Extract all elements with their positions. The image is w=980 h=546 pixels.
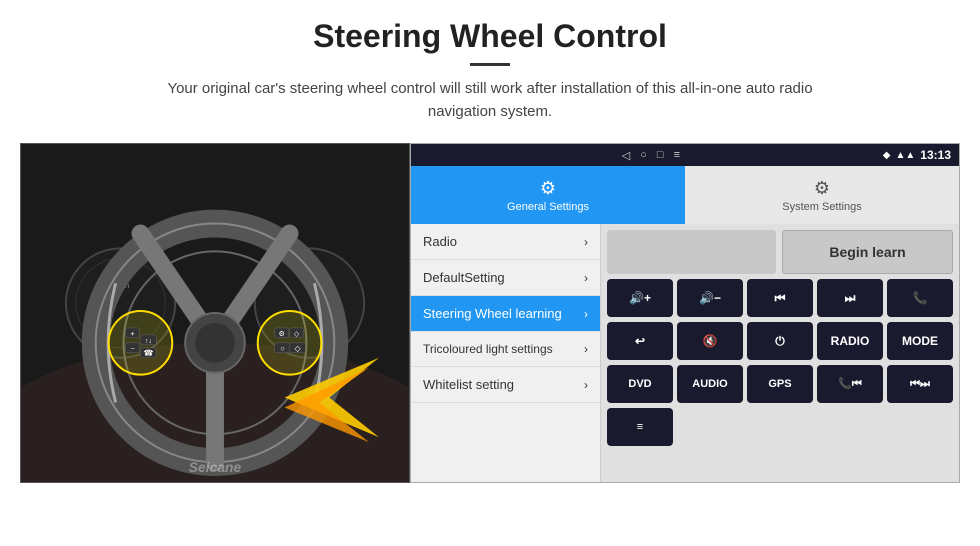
vol-down-icon: 🔊− (699, 291, 721, 305)
menu-item-whitelist[interactable]: Whitelist setting › (411, 367, 600, 403)
chevron-right-icon-5: › (584, 378, 588, 392)
svg-text:⚙: ⚙ (278, 330, 284, 338)
tabs-bar: ⚙ General Settings ⚙ System Settings (411, 166, 959, 224)
prev-next-icon: ⏮⏭ (910, 378, 930, 391)
menu-btn[interactable]: ≡ (607, 408, 673, 446)
general-settings-icon: ⚙ (540, 178, 556, 199)
vol-up-button[interactable]: 🔊+ (607, 279, 673, 317)
radio-button[interactable]: RADIO (817, 322, 883, 360)
svg-text:◇: ◇ (294, 344, 301, 353)
status-icons: ◆ ▲▲ 13:13 (883, 148, 951, 162)
page-subtitle: Your original car's steering wheel contr… (140, 78, 840, 123)
menu-item-default-setting[interactable]: DefaultSetting › (411, 260, 600, 296)
android-screen: ◁ ○ □ ≡ ◆ ▲▲ 13:13 ⚙ General Settings ⚙ … (410, 143, 960, 483)
svg-text:↑↓: ↑↓ (145, 338, 152, 345)
hang-up-icon: ↩ (635, 334, 645, 348)
title-divider (470, 63, 510, 66)
signal-icon: ▲▲ (896, 150, 916, 161)
hang-up-button[interactable]: ↩ (607, 322, 673, 360)
mute-button[interactable]: 🔇 (677, 322, 743, 360)
nav-menu-icon[interactable]: ≡ (674, 149, 680, 161)
prev-next-button[interactable]: ⏮⏭ (887, 365, 953, 403)
menu-btn-icon: ≡ (637, 421, 643, 433)
nav-home-icon[interactable]: ○ (640, 149, 647, 161)
screen-body: Radio › DefaultSetting › Steering Wheel … (411, 224, 959, 482)
menu-list: Radio › DefaultSetting › Steering Wheel … (411, 224, 601, 482)
status-time: 13:13 (920, 148, 951, 162)
tab-system-settings[interactable]: ⚙ System Settings (685, 166, 959, 224)
call-prev-button[interactable]: 📞⏮ (817, 365, 883, 403)
nav-recent-icon[interactable]: □ (657, 149, 664, 161)
begin-learn-label: Begin learn (829, 244, 905, 260)
control-row-1: 🔊+ 🔊− ⏮ ⏭ 📞 (607, 279, 953, 317)
content-area: km/h + − ↑↓ (20, 143, 960, 483)
tab-system-label: System Settings (782, 201, 861, 213)
tab-general-settings[interactable]: ⚙ General Settings (411, 166, 685, 224)
begin-learn-row: Begin learn (607, 230, 953, 274)
status-bar: ◁ ○ □ ≡ ◆ ▲▲ 13:13 (411, 144, 959, 166)
right-panel: Begin learn 🔊+ 🔊− ⏮ ⏭ (601, 224, 959, 482)
control-row-3: DVD AUDIO GPS 📞⏮ ⏮⏭ (607, 365, 953, 403)
svg-text:○: ○ (280, 344, 285, 353)
audio-button[interactable]: AUDIO (677, 365, 743, 403)
menu-item-radio[interactable]: Radio › (411, 224, 600, 260)
svg-text:+: + (130, 331, 134, 338)
control-row-4: ≡ (607, 408, 953, 446)
audio-label: AUDIO (692, 378, 727, 390)
mute-icon: 🔇 (703, 334, 718, 348)
call-icon: 📞 (913, 291, 928, 305)
menu-item-steering-label: Steering Wheel learning (423, 306, 562, 321)
svg-text:☎: ☎ (143, 349, 153, 358)
call-prev-icon: 📞⏮ (838, 377, 862, 391)
menu-item-tricoloured-label: Tricoloured light settings (423, 342, 553, 356)
power-icon: ⏻ (775, 334, 785, 349)
chevron-right-icon-2: › (584, 271, 588, 285)
menu-item-whitelist-label: Whitelist setting (423, 377, 514, 392)
next-track-icon: ⏭ (845, 291, 856, 306)
mode-label: MODE (902, 334, 938, 348)
prev-track-button[interactable]: ⏮ (747, 279, 813, 317)
begin-learn-button[interactable]: Begin learn (782, 230, 953, 274)
dvd-button[interactable]: DVD (607, 365, 673, 403)
menu-item-steering-wheel[interactable]: Steering Wheel learning › (411, 296, 600, 332)
nav-back-icon[interactable]: ◁ (622, 149, 630, 162)
tab-general-label: General Settings (507, 201, 589, 213)
radio-label: RADIO (831, 334, 870, 348)
menu-item-default-label: DefaultSetting (423, 270, 505, 285)
location-icon: ◆ (883, 150, 891, 161)
menu-item-radio-label: Radio (423, 234, 457, 249)
vol-up-icon: 🔊+ (629, 291, 651, 305)
call-button[interactable]: 📞 (887, 279, 953, 317)
dvd-label: DVD (628, 378, 651, 390)
control-row-2: ↩ 🔇 ⏻ RADIO MODE (607, 322, 953, 360)
menu-item-tricoloured[interactable]: Tricoloured light settings › (411, 332, 600, 367)
prev-track-icon: ⏮ (775, 291, 786, 306)
mode-button[interactable]: MODE (887, 322, 953, 360)
chevron-right-icon: › (584, 235, 588, 249)
power-button[interactable]: ⏻ (747, 322, 813, 360)
steering-wheel-image: km/h + − ↑↓ (20, 143, 410, 483)
gps-label: GPS (768, 378, 791, 390)
svg-text:◇: ◇ (294, 331, 300, 338)
chevron-right-icon-4: › (584, 342, 588, 356)
chevron-right-icon-3: › (584, 307, 588, 321)
next-track-button[interactable]: ⏭ (817, 279, 883, 317)
gps-button[interactable]: GPS (747, 365, 813, 403)
svg-text:Seicane: Seicane (189, 459, 242, 475)
system-settings-icon: ⚙ (814, 178, 830, 199)
svg-text:−: − (130, 346, 134, 353)
page-title: Steering Wheel Control (60, 18, 920, 55)
empty-box (607, 230, 776, 274)
header-section: Steering Wheel Control Your original car… (0, 0, 980, 133)
vol-down-button[interactable]: 🔊− (677, 279, 743, 317)
